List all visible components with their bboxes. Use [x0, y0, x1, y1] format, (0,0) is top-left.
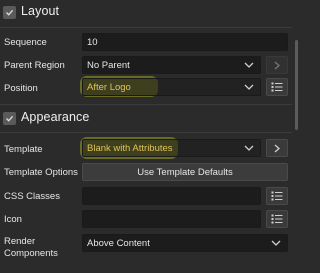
sequence-input[interactable]: 10	[82, 33, 288, 51]
css-classes-list-button[interactable]	[266, 187, 288, 205]
chevron-right-icon	[274, 144, 280, 152]
template-label: Template	[4, 144, 43, 155]
position-list-button[interactable]	[266, 78, 288, 96]
render-components-value: Above Content	[87, 237, 150, 249]
css-classes-input[interactable]	[82, 187, 261, 205]
template-goto-button[interactable]	[266, 139, 288, 157]
scrollbar-thumb[interactable]	[295, 40, 298, 130]
parent-region-label: Parent Region	[4, 60, 65, 71]
position-select[interactable]: After Logo	[82, 78, 261, 96]
chevron-right-icon	[274, 61, 280, 69]
list-picker-icon	[271, 191, 283, 201]
icon-list-button[interactable]	[266, 210, 288, 228]
list-picker-icon	[271, 82, 283, 92]
divider	[0, 132, 292, 133]
parent-region-goto-button[interactable]	[266, 56, 288, 74]
css-classes-label: CSS Classes	[4, 191, 60, 202]
parent-region-value: No Parent	[87, 59, 130, 71]
render-components-select[interactable]: Above Content	[82, 234, 288, 252]
icon-label: Icon	[4, 214, 22, 225]
appearance-section-title: Appearance	[21, 110, 90, 124]
chevron-down-icon	[271, 240, 281, 246]
chevron-down-icon	[244, 62, 254, 68]
chevron-down-icon	[244, 145, 254, 151]
parent-region-select[interactable]: No Parent	[82, 56, 261, 74]
list-picker-icon	[271, 214, 283, 224]
position-label: Position	[4, 83, 38, 94]
chevron-down-icon	[244, 84, 254, 90]
render-components-label-line1: Render	[4, 236, 36, 247]
use-template-defaults-button[interactable]: Use Template Defaults	[82, 163, 288, 181]
appearance-section-header[interactable]: Appearance	[0, 106, 292, 132]
divider	[0, 27, 292, 28]
icon-input[interactable]	[82, 210, 261, 228]
sequence-label: Sequence	[4, 37, 47, 48]
template-select[interactable]: Blank with Attributes	[82, 139, 261, 157]
layout-section-title: Layout	[21, 4, 60, 18]
render-components-label-line2: Components	[4, 248, 58, 259]
checkmark-icon[interactable]	[3, 112, 16, 125]
checkmark-icon[interactable]	[3, 6, 16, 19]
divider	[0, 104, 292, 105]
template-options-label: Template Options	[4, 167, 78, 178]
template-value: Blank with Attributes	[87, 142, 173, 154]
position-value: After Logo	[87, 81, 131, 93]
layout-section-header[interactable]: Layout	[0, 0, 292, 26]
